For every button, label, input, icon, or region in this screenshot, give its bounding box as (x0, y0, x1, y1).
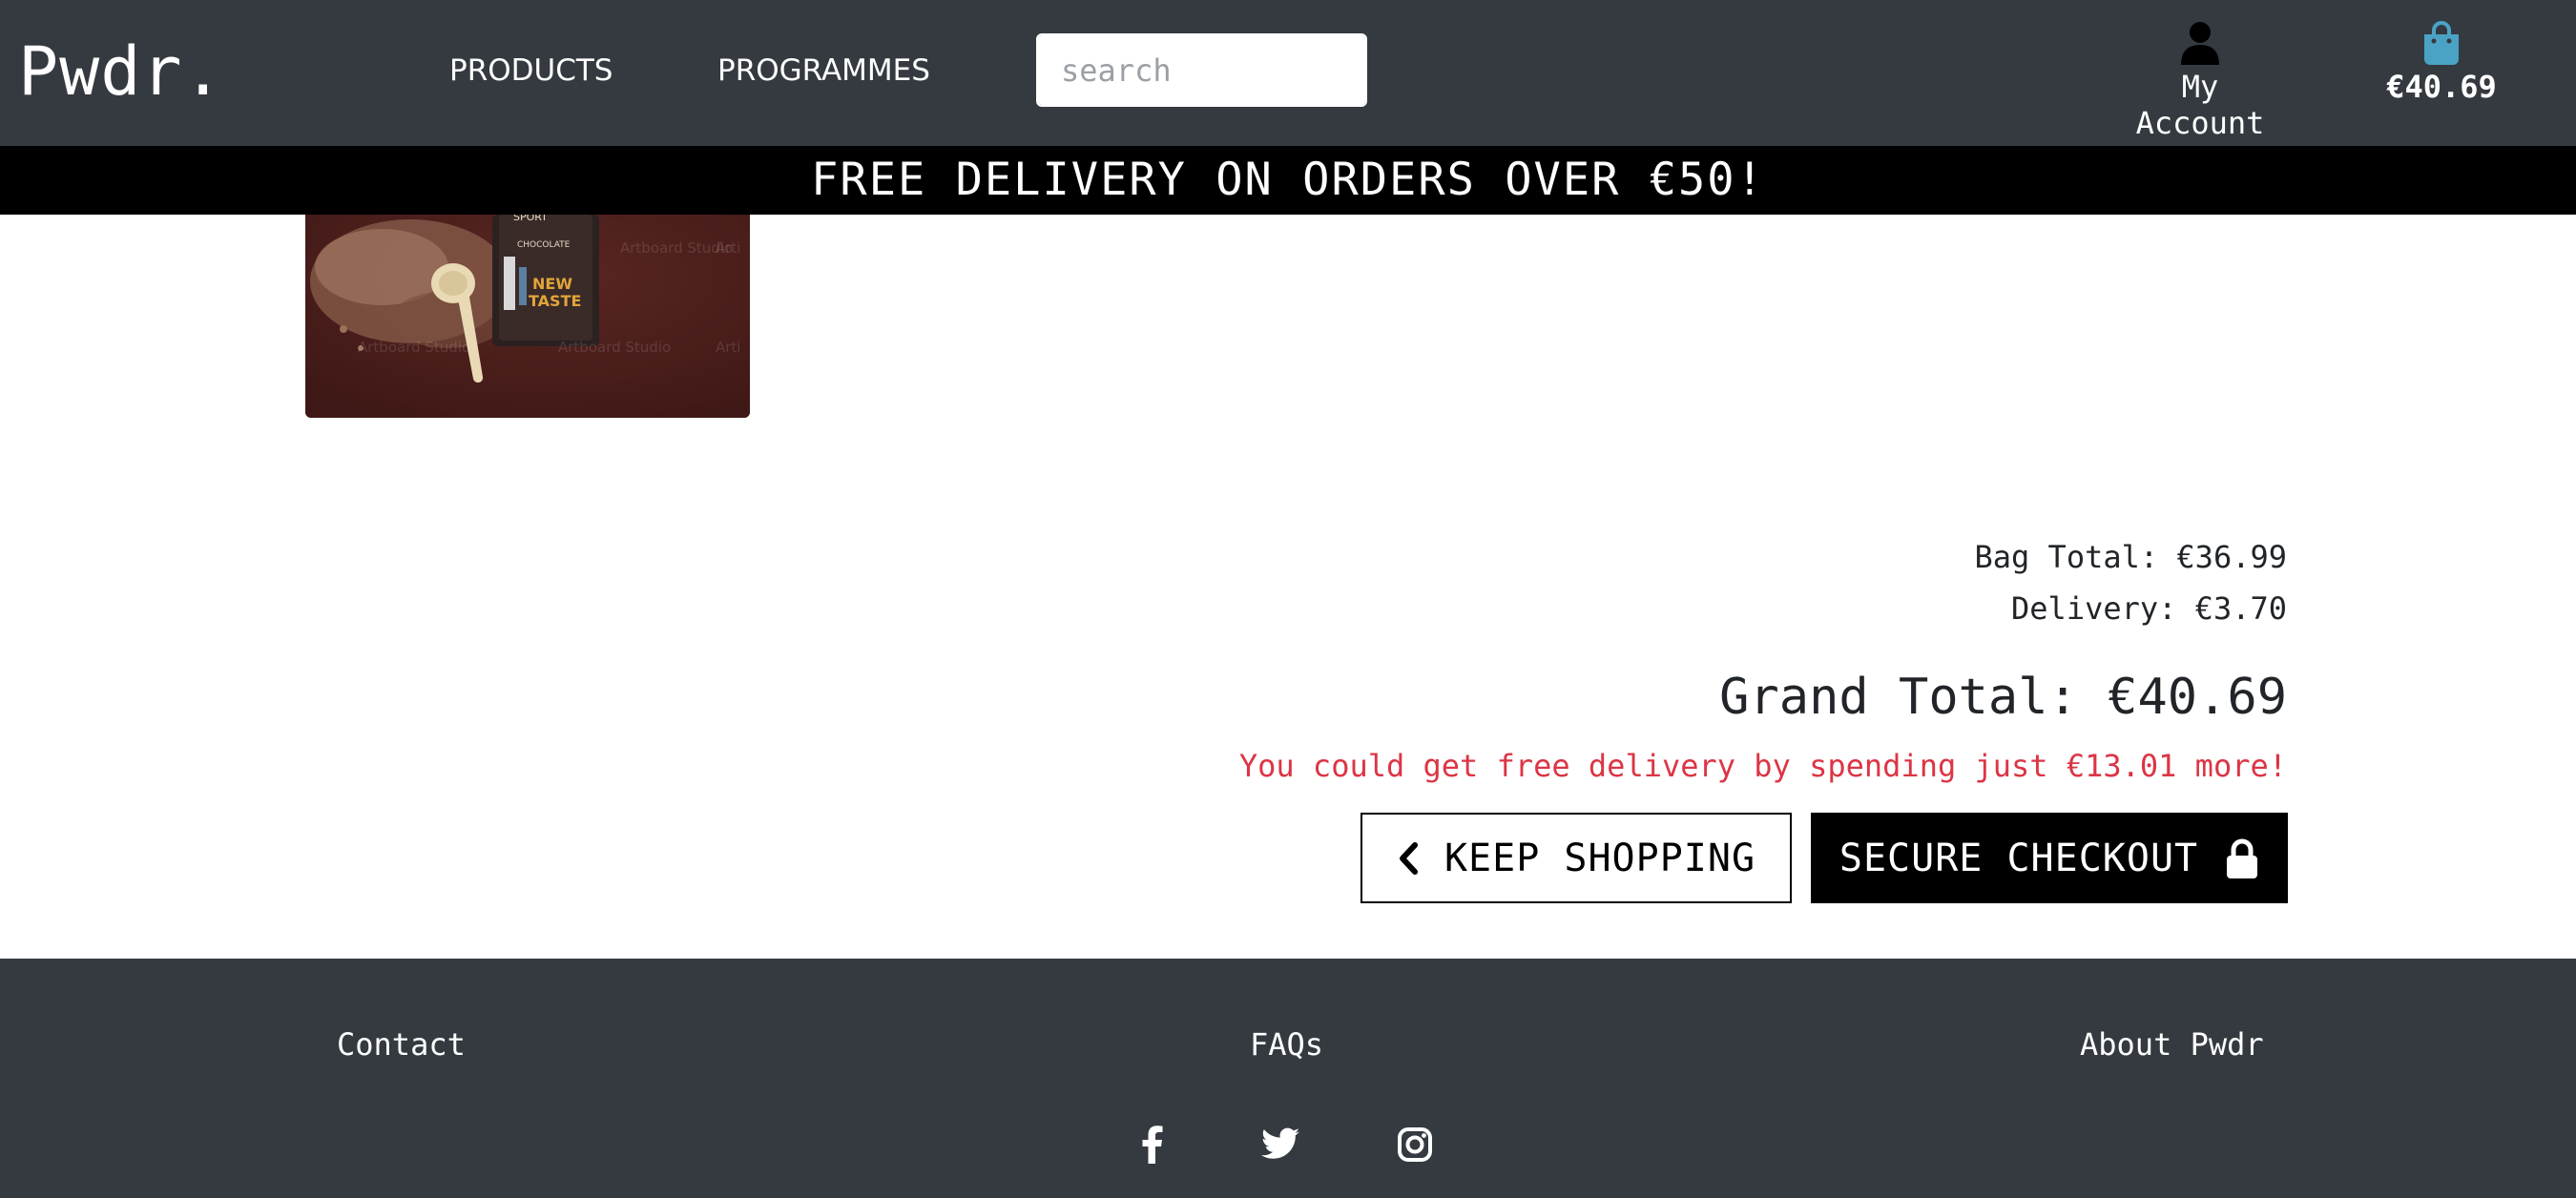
secure-checkout-button[interactable]: SECURE CHECKOUT (1811, 813, 2288, 903)
svg-text:Artboard Studio: Artboard Studio (358, 339, 470, 356)
free-delivery-message: You could get free delivery by spending … (1238, 748, 2287, 784)
lock-icon (2227, 838, 2258, 878)
grand-total: Grand Total: €40.69 (1719, 669, 2287, 726)
bag-total: Bag Total: €36.99 (1974, 539, 2287, 575)
svg-text:Arti: Arti (716, 239, 740, 257)
svg-text:Arti: Arti (716, 339, 740, 356)
twitter-icon (1261, 1127, 1299, 1159)
product-image: SPORT CHOCOLATE NEW TASTE Artboard Studi… (305, 215, 750, 418)
twitter-link[interactable] (1259, 1124, 1301, 1166)
search-input[interactable] (1038, 35, 1365, 105)
site-header: Pwdr. PRODUCTS PROGRAMMES My Account €40… (0, 0, 2576, 146)
product-photo: SPORT CHOCOLATE NEW TASTE Artboard Studi… (305, 215, 750, 418)
free-delivery-banner: FREE DELIVERY ON ORDERS OVER €50! (0, 146, 2576, 215)
shopping-bag-link[interactable]: €40.69 (2372, 21, 2511, 105)
bag-total-amount: €40.69 (2386, 69, 2497, 105)
user-icon (2181, 22, 2219, 65)
my-account-label: My Account (2135, 69, 2265, 141)
svg-text:SPORT: SPORT (513, 215, 548, 223)
secure-checkout-label: SECURE CHECKOUT (1839, 836, 2199, 880)
delivery-cost: Delivery: €3.70 (2011, 590, 2287, 627)
footer-about-link[interactable]: About Pwdr (2080, 1025, 2264, 1064)
keep-shopping-button[interactable]: KEEP SHOPPING (1361, 813, 1792, 903)
keep-shopping-label: KEEP SHOPPING (1444, 836, 1756, 880)
nav-programmes-link[interactable]: PROGRAMMES (717, 53, 930, 88)
shopping-bag-icon (2424, 21, 2459, 65)
search-form (1036, 33, 1367, 107)
site-footer: Contact FAQs About Pwdr (0, 959, 2576, 1198)
footer-faqs-link[interactable]: FAQs (1250, 1025, 1323, 1064)
svg-text:CHOCOLATE: CHOCOLATE (517, 240, 571, 250)
my-account-link[interactable]: My Account (2109, 21, 2292, 141)
svg-text:Artboard Studio: Artboard Studio (558, 339, 671, 356)
site-logo[interactable]: Pwdr. (18, 34, 224, 109)
svg-text:NEW: NEW (532, 275, 572, 293)
chevron-left-icon (1399, 841, 1418, 875)
facebook-link[interactable] (1132, 1124, 1174, 1166)
nav-products-link[interactable]: PRODUCTS (449, 53, 613, 88)
instagram-link[interactable] (1394, 1124, 1436, 1166)
facebook-icon (1142, 1126, 1163, 1164)
instagram-icon (1398, 1127, 1432, 1162)
svg-text:TASTE: TASTE (529, 292, 581, 310)
footer-contact-link[interactable]: Contact (337, 1025, 466, 1064)
